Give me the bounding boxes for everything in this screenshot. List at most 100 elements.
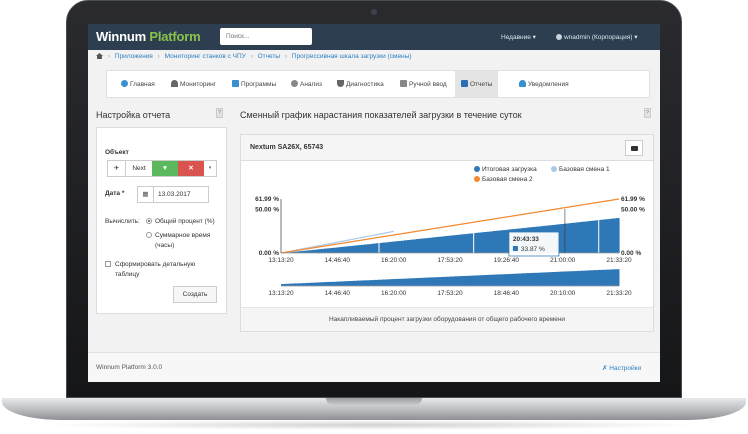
navigator-bar bbox=[479, 275, 485, 286]
navigator-bar bbox=[496, 274, 502, 286]
navigator-bar bbox=[602, 269, 607, 287]
navigator-bar bbox=[314, 282, 320, 286]
home-icon bbox=[121, 80, 128, 87]
print-button[interactable] bbox=[625, 140, 643, 156]
navigator-bar bbox=[437, 277, 442, 286]
navigator-bar bbox=[323, 282, 328, 286]
navigator-tick-label: 20:10:00 bbox=[550, 290, 576, 297]
navigator-bar bbox=[433, 277, 438, 287]
navigator-bar bbox=[504, 274, 510, 286]
navigator-bar bbox=[306, 282, 311, 286]
y-tick-right: 0.00 % bbox=[621, 250, 641, 257]
navigator-tick-label: 21:33:20 bbox=[606, 290, 632, 297]
chevron-down-icon[interactable]: ▾ bbox=[204, 161, 216, 176]
clear-button[interactable]: ✕ bbox=[178, 161, 204, 176]
legend-label: Базовая смена 2 bbox=[482, 176, 533, 183]
settings-panel: Объект ✈ Next ▼ ✕ ▾ Дата * ▦ 13.03.2017 … bbox=[96, 127, 227, 314]
tab-label: Главная bbox=[130, 81, 155, 88]
navigator-bar bbox=[382, 279, 388, 286]
detail-table-checkbox[interactable] bbox=[105, 261, 111, 267]
settings-help-button[interactable]: ? bbox=[216, 108, 223, 118]
x-tick-label: 21:00:00 bbox=[550, 257, 576, 264]
navigator-bar bbox=[488, 274, 493, 286]
navigator-bar bbox=[357, 280, 362, 286]
breadcrumb-applications[interactable]: Приложения bbox=[115, 53, 153, 60]
breadcrumb-reports[interactable]: Отчеты bbox=[258, 53, 280, 60]
percent-radio[interactable] bbox=[146, 218, 152, 224]
navigator-bar bbox=[369, 280, 375, 286]
tab-diagnostics[interactable]: Диагностика bbox=[337, 80, 384, 88]
user-menu[interactable]: wnadmin (Корпорация) ▾ bbox=[556, 33, 637, 41]
search-input[interactable] bbox=[220, 28, 312, 45]
breadcrumb-cnc-monitoring[interactable]: Мониторинг станков с ЧПУ bbox=[165, 53, 246, 60]
load-bar bbox=[615, 218, 620, 253]
tab-label: Диагностика bbox=[346, 81, 384, 88]
x-tick-label: 13:13:20 bbox=[268, 257, 294, 264]
chart-svg[interactable]: Итоговая загрузка Базовая смена 1 Базовая … bbox=[241, 161, 653, 307]
brand-main: Winnum bbox=[96, 29, 146, 44]
tab-home[interactable]: Главная bbox=[121, 80, 155, 88]
breadcrumb-current: Прогрессивная шкала загрузки (смены) bbox=[291, 53, 412, 60]
breadcrumb-separator: › bbox=[284, 53, 288, 60]
y-tick-right: 50.00 % bbox=[621, 206, 645, 213]
navigator-tick-label: 13:13:20 bbox=[268, 290, 294, 297]
navigator-bar bbox=[424, 277, 430, 286]
report-help-button[interactable]: ? bbox=[644, 108, 651, 118]
navigator-bar bbox=[534, 272, 540, 287]
navigator-bar bbox=[614, 269, 620, 286]
date-field[interactable]: ▦ 13.03.2017 bbox=[137, 186, 209, 203]
navigator-bar bbox=[589, 270, 595, 286]
machine-icon: ✈ bbox=[108, 161, 126, 176]
navigator-bar bbox=[547, 272, 552, 286]
detail-table-label-2: таблицу bbox=[115, 271, 140, 278]
x-tick-label: 16:20:00 bbox=[381, 257, 407, 264]
navigator-bar bbox=[407, 278, 413, 286]
navigator-bar bbox=[475, 275, 480, 286]
tab-reports[interactable]: Отчеты bbox=[455, 71, 499, 97]
calendar-icon[interactable]: ▦ bbox=[138, 187, 154, 202]
navigator-bar bbox=[420, 277, 426, 286]
navigator-bar bbox=[390, 279, 396, 286]
recent-menu[interactable]: Недавние ▾ bbox=[501, 33, 536, 41]
tab-notifications[interactable]: Уведомления bbox=[519, 80, 569, 88]
navigator-bar bbox=[492, 274, 497, 286]
legend-marker bbox=[474, 166, 480, 172]
navigator-bar bbox=[564, 271, 569, 286]
navigator-bar bbox=[458, 276, 464, 286]
report-icon bbox=[461, 80, 468, 87]
navigator-bar bbox=[593, 270, 599, 286]
app-screen: Winnum Platform Недавние ▾ wnadmin (Корп… bbox=[88, 24, 660, 382]
create-report-button[interactable]: Создать bbox=[173, 286, 217, 303]
navigator-tick-label: 16:20:00 bbox=[381, 290, 407, 297]
program-icon bbox=[232, 80, 239, 87]
navigator-bar bbox=[399, 278, 404, 287]
object-label: Объект bbox=[105, 149, 129, 156]
time-radio[interactable] bbox=[146, 232, 152, 238]
navigator-bar bbox=[538, 272, 544, 286]
tooltip-marker bbox=[512, 246, 518, 251]
y-tick-left: 50.00 % bbox=[255, 206, 279, 213]
navigator-tick-label: 18:46:40 bbox=[494, 290, 520, 297]
filter-button[interactable]: ▼ bbox=[152, 161, 178, 176]
navigator-bar bbox=[302, 283, 307, 286]
tab-manual-input[interactable]: Ручной ввод bbox=[400, 80, 447, 88]
navigator-bar bbox=[597, 269, 603, 286]
navigator-bar bbox=[530, 272, 535, 286]
brand-logo[interactable]: Winnum Platform bbox=[96, 29, 201, 44]
date-value: 13.03.2017 bbox=[158, 191, 191, 198]
print-icon bbox=[631, 146, 638, 151]
tab-analysis[interactable]: Анализ bbox=[291, 80, 322, 88]
object-value[interactable]: Next bbox=[126, 161, 152, 176]
navigator-bar bbox=[340, 281, 345, 286]
top-navbar: Winnum Platform Недавние ▾ wnadmin (Корп… bbox=[88, 24, 660, 50]
user-icon bbox=[556, 34, 562, 40]
settings-link[interactable]: ✗ Настройки bbox=[602, 364, 641, 372]
home-icon[interactable] bbox=[96, 53, 103, 59]
x-tick-label: 14:46:40 bbox=[325, 257, 351, 264]
tab-monitoring[interactable]: Мониторинг bbox=[171, 80, 216, 88]
tab-programs[interactable]: Программы bbox=[232, 80, 276, 88]
stethoscope-icon bbox=[337, 80, 344, 87]
navigator-bar bbox=[610, 269, 616, 286]
bell-icon bbox=[519, 80, 526, 87]
y-tick-right: 61.99 % bbox=[621, 196, 645, 203]
